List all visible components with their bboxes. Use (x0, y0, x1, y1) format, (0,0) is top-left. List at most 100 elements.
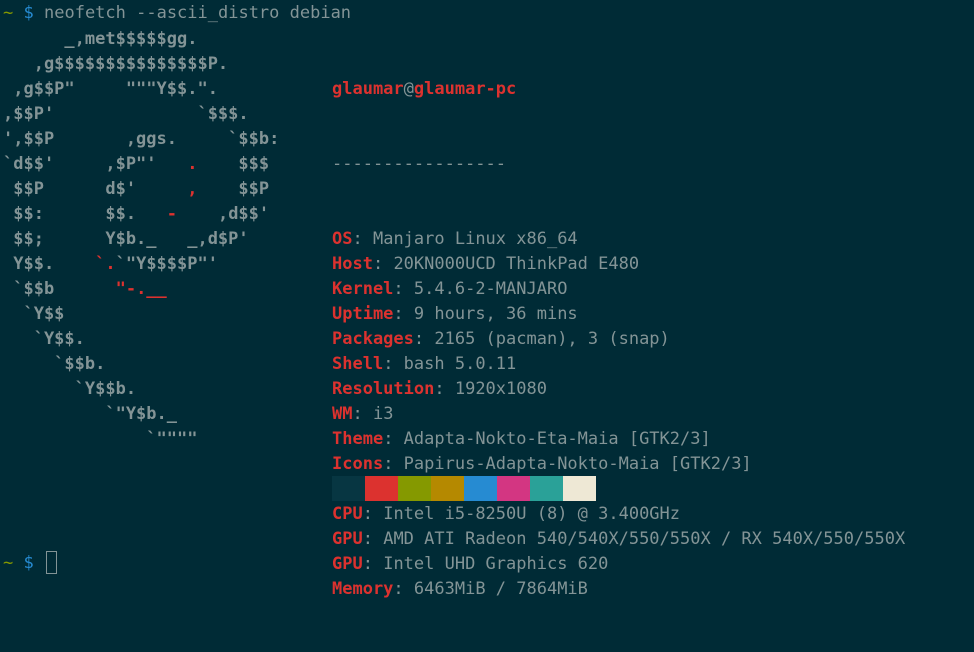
info-colon: : (393, 279, 414, 299)
ascii-segment: `d$$' ,$P"' (3, 154, 188, 174)
info-value: 6463MiB / 7864MiB (413, 579, 588, 599)
ascii-segment: - (166, 204, 178, 224)
input-prompt-line[interactable]: ~ $ (3, 551, 57, 576)
info-value: 9 hours, 36 mins (413, 304, 578, 324)
command-text: neofetch --ascii_distro debian (44, 3, 352, 23)
info-value: Papirus-Adapta-Nokto-Maia [GTK2/3] (403, 454, 752, 474)
ascii-line: `Y$$b. (3, 377, 279, 402)
command-line: ~ $ neofetch --ascii_distro debian (3, 1, 351, 26)
info-value: 5.4.6-2-MANJARO (413, 279, 568, 299)
ascii-line: _,met$$$$$gg. (3, 27, 279, 52)
info-value: 20KN000UCD ThinkPad E480 (393, 254, 640, 274)
prompt-tilde: ~ (3, 3, 14, 23)
prompt-dollar: $ (23, 553, 34, 573)
ascii-segment: `"Y$b._ (3, 404, 177, 424)
prompt-tilde: ~ (3, 553, 14, 573)
color-swatch (398, 476, 431, 501)
ascii-segment: "-.__ (115, 279, 167, 299)
info-colon: : (393, 579, 414, 599)
ascii-segment: $$$ (197, 154, 270, 174)
info-value: bash 5.0.11 (403, 354, 517, 374)
info-item: Theme: Adapta-Nokto-Eta-Maia [GTK2/3] (332, 427, 905, 452)
ascii-segment: ,g$$P" """Y$$.". (3, 79, 218, 99)
color-palette (332, 476, 596, 501)
ascii-segment: ',$$P ,ggs. `$$b: (3, 129, 280, 149)
ascii-line: `d$$' ,$P"' . $$$ (3, 152, 279, 177)
ascii-segment: Y$$. (3, 254, 96, 274)
info-key: Shell (332, 354, 384, 374)
info-value: Adapta-Nokto-Eta-Maia [GTK2/3] (403, 429, 711, 449)
info-value: Intel UHD Graphics 620 (383, 554, 609, 574)
info-item: Host: 20KN000UCD ThinkPad E480 (332, 252, 905, 277)
info-colon: : (362, 504, 384, 524)
ascii-line: `"Y$b._ (3, 402, 279, 427)
info-list: OS: Manjaro Linux x86_64 Host: 20KN000UCD… (332, 227, 905, 602)
info-value: i3 (372, 404, 394, 424)
info-key: GPU (332, 554, 363, 574)
ascii-line: `$$b "-.__ (3, 277, 279, 302)
ascii-line: $$P d$' , $$P (3, 177, 279, 202)
info-key: Packages (332, 329, 414, 349)
info-colon: : (362, 554, 384, 574)
color-swatch (464, 476, 497, 501)
info-colon: : (434, 379, 455, 399)
ascii-segment: `"""" (3, 429, 198, 449)
info-item: Resolution: 1920x1080 (332, 377, 905, 402)
ascii-line: `Y$$. (3, 327, 279, 352)
info-colon: : (352, 404, 373, 424)
terminal-window: ~ $ neofetch --ascii_distro debian _,met… (0, 0, 974, 599)
ascii-line: ',$$P ,ggs. `$$b: (3, 127, 279, 152)
at-sign: @ (403, 79, 414, 99)
ascii-segment: $$; Y$b._ _,d$P' (3, 229, 249, 249)
info-key: Kernel (332, 279, 394, 299)
ascii-segment: $$P d$' (3, 179, 188, 199)
ascii-line: $$: $$. - ,d$$' (3, 202, 279, 227)
info-item: Memory: 6463MiB / 7864MiB (332, 577, 905, 602)
info-colon: : (383, 429, 404, 449)
ascii-line: ,g$$P" """Y$$.". (3, 77, 279, 102)
info-key: Uptime (332, 304, 394, 324)
ascii-segment: `$$b. (3, 354, 106, 374)
username: glaumar (332, 79, 404, 99)
color-swatch (497, 476, 530, 501)
info-value: Intel i5-8250U (8) @ 3.400GHz (383, 504, 681, 524)
info-key: Resolution (332, 379, 435, 399)
ascii-line: Y$$. `.`"Y$$$$P"' (3, 252, 279, 277)
hostname: glaumar-pc (413, 79, 517, 99)
info-item: CPU: Intel i5-8250U (8) @ 3.400GHz (332, 502, 905, 527)
ascii-line: `Y$$ (3, 302, 279, 327)
title-separator: ----------------- (332, 154, 506, 174)
ascii-segment: `$$b (3, 279, 116, 299)
info-key: OS (332, 229, 353, 249)
prompt-dollar: $ (23, 3, 34, 23)
ascii-segment: `. (95, 254, 116, 274)
info-colon: : (362, 529, 384, 549)
info-item: GPU: Intel UHD Graphics 620 (332, 552, 905, 577)
ascii-line: `"""" (3, 427, 279, 452)
info-colon: : (383, 354, 404, 374)
ascii-segment: _,met$$$$$gg. (3, 29, 198, 49)
color-swatch (563, 476, 596, 501)
text-cursor[interactable] (46, 551, 57, 574)
info-key: WM (332, 404, 353, 424)
ascii-segment: ,$$P' `$$$. (3, 104, 249, 124)
ascii-segment: `Y$$ (3, 304, 65, 324)
ascii-segment: ,g$$$$$$$$$$$$$$$P. (3, 54, 229, 74)
info-key: CPU (332, 504, 363, 524)
info-key: GPU (332, 529, 363, 549)
ascii-segment: `"Y$$$$P"' (115, 254, 218, 274)
info-item: WM: i3 (332, 402, 905, 427)
color-swatch (530, 476, 563, 501)
info-item: Icons: Papirus-Adapta-Nokto-Maia [GTK2/3… (332, 452, 905, 477)
info-item: GPU: AMD ATI Radeon 540/540X/550/550X / … (332, 527, 905, 552)
info-item: Uptime: 9 hours, 36 mins (332, 302, 905, 327)
ascii-segment: $$P (197, 179, 270, 199)
ascii-segment: ,d$$' (177, 204, 270, 224)
ascii-segment: `Y$$. (3, 329, 85, 349)
ascii-segment: $$: $$. (3, 204, 167, 224)
ascii-segment: . (187, 154, 198, 174)
info-key: Memory (332, 579, 394, 599)
info-value: 1920x1080 (454, 379, 547, 399)
color-swatch (332, 476, 365, 501)
ascii-line: `$$b. (3, 352, 279, 377)
